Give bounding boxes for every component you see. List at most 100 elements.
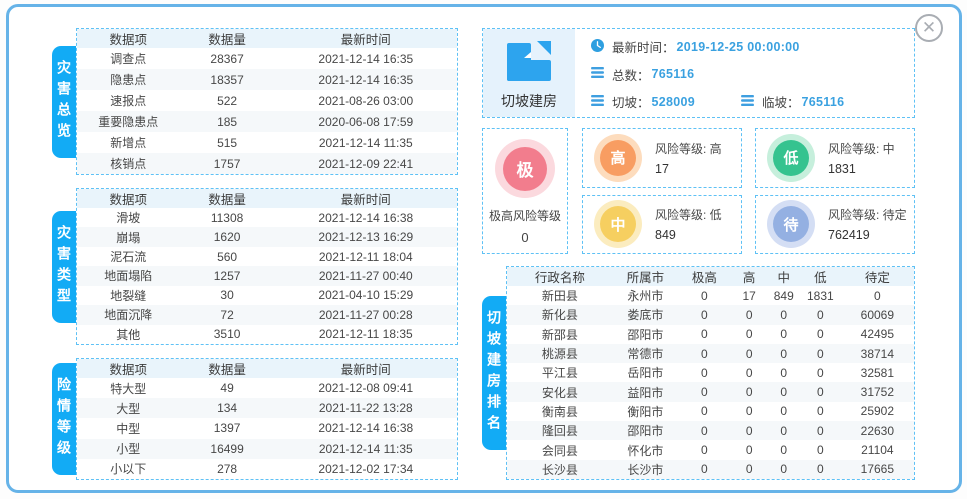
table-row: 重要隐患点1852020-06-08 17:59	[77, 111, 457, 132]
latest-time-value: 2019-12-25 00:00:00	[677, 40, 800, 54]
column-header: 极高	[678, 267, 731, 286]
total-label: 总数：	[612, 65, 650, 84]
cut-slope-label: 切坡：	[612, 92, 650, 111]
risk-badges-area: 极 极高风险等级 0 高 风险等级: 高 17	[482, 128, 915, 254]
column-header: 待定	[841, 267, 914, 286]
section-slope-house-ranking: 切坡建房排名 行政名称所属市极高高中低待定 新田县永州市01784918310新…	[482, 266, 915, 480]
ranking-table: 行政名称所属市极高高中低待定 新田县永州市01784918310新化县娄底市00…	[507, 267, 914, 479]
table-row: 滑坡113082021-12-14 16:38	[77, 208, 457, 227]
section-disaster-overview: 灾害总览 数据项数据量最新时间 调查点283672021-12-14 16:35…	[52, 28, 458, 175]
column-header: 中	[767, 267, 800, 286]
table-row: 隐患点183572021-12-14 16:35	[77, 69, 457, 90]
table-row: 其他35102021-12-11 18:35	[77, 325, 457, 344]
summary-icon-panel: 切坡建房	[483, 29, 575, 117]
cut-slope-value: 528009	[652, 95, 696, 109]
ranking-box: 行政名称所属市极高高中低待定 新田县永州市01784918310新化县娄底市00…	[506, 266, 915, 480]
tab-disaster-types: 灾害类型	[52, 211, 76, 323]
table-row: 隆回县邵阳市000022630	[507, 421, 914, 440]
column-header: 数据量	[180, 359, 275, 378]
column-header: 最新时间	[275, 29, 457, 48]
column-header: 行政名称	[507, 267, 613, 286]
total-line: 总数： 765116	[591, 65, 914, 84]
near-slope-value: 765116	[802, 95, 845, 109]
summary-title: 切坡建房	[501, 91, 557, 111]
danger-levels-table: 数据项数据量最新时间 特大型492021-12-08 09:41大型134202…	[77, 359, 457, 479]
dashboard-panel: ✕ 灾害总览 数据项数据量最新时间 调查点283672021-12-14 16:…	[6, 4, 962, 493]
low-badge-icon: 中	[600, 206, 636, 242]
risk-value: 849	[655, 228, 722, 242]
near-slope-label: 临坡：	[762, 92, 800, 111]
column-header: 数据量	[180, 189, 275, 208]
column-header: 低	[800, 267, 841, 286]
table-row: 中型13972021-12-14 16:38	[77, 418, 457, 438]
table-row: 特大型492021-12-08 09:41	[77, 378, 457, 398]
column-header: 最新时间	[275, 359, 457, 378]
tab-slope-house-ranking: 切坡建房排名	[482, 296, 506, 450]
section-danger-levels: 险情等级 数据项数据量最新时间 特大型492021-12-08 09:41大型1…	[52, 358, 458, 480]
column-header: 数据项	[77, 189, 180, 208]
disaster-overview-table: 数据项数据量最新时间 调查点283672021-12-14 16:35隐患点18…	[77, 29, 457, 174]
risk-card-high: 高 风险等级: 高 17	[582, 128, 742, 188]
left-column: 灾害总览 数据项数据量最新时间 调查点283672021-12-14 16:35…	[52, 28, 458, 480]
column-header: 高	[731, 267, 768, 286]
column-header: 数据项	[77, 359, 180, 378]
pending-badge-icon: 待	[773, 206, 809, 242]
latest-time-line: 最新时间： 2019-12-25 00:00:00	[591, 37, 914, 56]
list-icon	[741, 95, 754, 109]
table-row: 崩塌16202021-12-13 16:29	[77, 227, 457, 246]
table-row: 新增点5152021-12-14 11:35	[77, 132, 457, 153]
table-row: 桃源县常德市000038714	[507, 344, 914, 363]
risk-value: 1831	[828, 162, 895, 176]
table-row: 核销点17572021-12-09 22:41	[77, 153, 457, 174]
clock-icon	[591, 39, 604, 55]
table-row: 安化县益阳市000031752	[507, 382, 914, 401]
risk-label: 风险等级: 待定	[828, 206, 907, 223]
danger-levels-box: 数据项数据量最新时间 特大型492021-12-08 09:41大型134202…	[76, 358, 458, 480]
summary-info: 最新时间： 2019-12-25 00:00:00 总数： 765116	[575, 29, 914, 117]
pending-badge-halo: 待	[767, 200, 815, 248]
high-badge-icon: 高	[600, 140, 636, 176]
total-value: 765116	[652, 67, 695, 81]
slope-counts-line: 切坡： 528009 临坡： 765116	[591, 92, 914, 111]
column-header: 最新时间	[275, 189, 457, 208]
tab-disaster-overview: 灾害总览	[52, 46, 76, 158]
risk-value: 762419	[828, 228, 907, 242]
table-row: 新邵县邵阳市000042495	[507, 325, 914, 344]
risk-card-medium: 低 风险等级: 中 1831	[755, 128, 915, 188]
table-row: 小以下2782021-12-02 17:34	[77, 459, 457, 479]
extreme-badge-icon: 极	[503, 147, 547, 191]
table-row: 会同县怀化市000021104	[507, 440, 914, 459]
risk-cards-grid: 高 风险等级: 高 17 低 风险等级: 中 1831	[582, 128, 915, 254]
list-icon	[591, 95, 604, 109]
disaster-types-table: 数据项数据量最新时间 滑坡113082021-12-14 16:38崩塌1620…	[77, 189, 457, 344]
disaster-types-box: 数据项数据量最新时间 滑坡113082021-12-14 16:38崩塌1620…	[76, 188, 458, 345]
extreme-badge-halo: 极	[495, 139, 555, 198]
right-column: 切坡建房 最新时间： 2019-12-25 00:00:00	[482, 28, 915, 480]
risk-card-low: 中 风险等级: 低 849	[582, 195, 742, 255]
table-row: 泥石流5602021-12-11 18:04	[77, 247, 457, 266]
table-row: 速报点5222021-08-26 03:00	[77, 90, 457, 111]
section-disaster-types: 灾害类型 数据项数据量最新时间 滑坡113082021-12-14 16:38崩…	[52, 188, 458, 345]
latest-time-label: 最新时间：	[612, 37, 675, 56]
risk-value: 17	[655, 162, 722, 176]
extreme-risk-label: 极高风险等级	[489, 207, 561, 224]
low-badge-halo: 中	[594, 200, 642, 248]
high-badge-halo: 高	[594, 134, 642, 182]
table-row: 长沙县长沙市000017665	[507, 460, 914, 479]
close-icon[interactable]: ✕	[915, 14, 943, 42]
table-row: 调查点283672021-12-14 16:35	[77, 48, 457, 69]
disaster-overview-box: 数据项数据量最新时间 调查点283672021-12-14 16:35隐患点18…	[76, 28, 458, 175]
slope-house-summary-card: 切坡建房 最新时间： 2019-12-25 00:00:00	[482, 28, 915, 118]
risk-card-extreme: 极 极高风险等级 0	[482, 128, 568, 254]
table-row: 新化县娄底市000060069	[507, 305, 914, 324]
risk-card-pending: 待 风险等级: 待定 762419	[755, 195, 915, 255]
column-header: 所属市	[613, 267, 678, 286]
table-row: 衡南县衡阳市000025902	[507, 402, 914, 421]
tab-danger-levels: 险情等级	[52, 363, 76, 475]
table-row: 地面沉降722021-11-27 00:28	[77, 305, 457, 324]
risk-label: 风险等级: 中	[828, 140, 895, 157]
table-row: 平江县岳阳市000032581	[507, 363, 914, 382]
table-row: 地裂缝302021-04-10 15:29	[77, 286, 457, 305]
risk-label: 风险等级: 高	[655, 140, 722, 157]
column-header: 数据量	[180, 29, 275, 48]
